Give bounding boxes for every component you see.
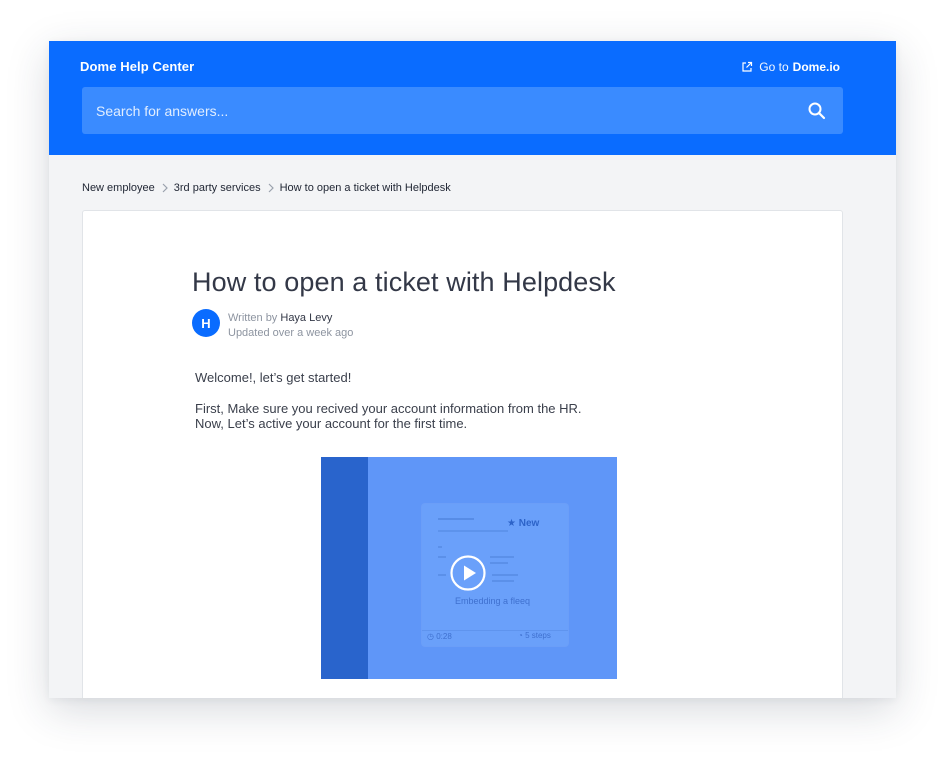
brand-title[interactable]: Dome Help Center xyxy=(80,59,194,74)
clock-icon: ◷ xyxy=(427,632,434,641)
paragraph-account-info: First, Make sure you recived your accoun… xyxy=(195,401,582,416)
video-steps-value: 5 steps xyxy=(525,631,551,640)
author-name: Haya Levy xyxy=(280,312,333,324)
article-meta: Written by Haya Levy Updated over a week… xyxy=(228,311,353,341)
header: Dome Help Center Go to Dome.io xyxy=(49,41,896,155)
written-by-label: Written by xyxy=(228,312,278,324)
video-new-label: New xyxy=(518,518,540,529)
play-icon[interactable] xyxy=(450,555,486,591)
article-card: How to open a ticket with Helpdesk H Wri… xyxy=(82,210,843,698)
video-duration-value: 0:28 xyxy=(436,632,452,641)
chevron-right-icon xyxy=(268,183,274,193)
search-icon[interactable] xyxy=(807,101,827,121)
video-steps: ◔ 5 steps xyxy=(518,631,551,640)
updated-label: Updated over a week ago xyxy=(228,327,354,339)
go-to-domain: Dome.io xyxy=(792,60,840,74)
article-body: Welcome!, let’s get started! First, Make… xyxy=(195,370,582,431)
article-title: How to open a ticket with Helpdesk xyxy=(192,267,616,297)
chevron-right-icon xyxy=(162,183,168,193)
breadcrumb-item-new-employee[interactable]: New employee xyxy=(82,182,155,194)
paragraph-welcome: Welcome!, let’s get started! xyxy=(195,370,352,385)
search-input[interactable] xyxy=(82,87,776,134)
avatar: H xyxy=(192,309,220,337)
video-sidebar-strip xyxy=(321,457,368,679)
breadcrumb-item-3rd-party-services[interactable]: 3rd party services xyxy=(174,182,261,194)
video-new-badge: ★ New xyxy=(507,518,539,529)
external-link-icon xyxy=(742,61,753,72)
star-icon: ★ xyxy=(507,518,516,529)
breadcrumb: New employee 3rd party services How to o… xyxy=(82,182,451,194)
video-caption: Embedding a fleeq xyxy=(455,596,531,606)
video-preview-lines xyxy=(422,518,568,631)
paragraph-activate: Now, Let’s active your account for the f… xyxy=(195,416,468,431)
steps-icon: ◔ xyxy=(518,631,523,640)
help-center-window: Dome Help Center Go to Dome.io New emplo… xyxy=(49,41,896,698)
video-player[interactable]: ★ New Embedding a fleeq ◷ 0:28 ◔ 5 steps xyxy=(321,457,617,679)
go-to-dome-link[interactable]: Go to Dome.io xyxy=(741,60,840,74)
video-duration: ◷ 0:28 xyxy=(427,632,452,641)
search-bar xyxy=(82,87,843,134)
video-preview-card xyxy=(422,504,568,646)
go-to-label: Go to xyxy=(759,60,789,74)
breadcrumb-item-current[interactable]: How to open a ticket with Helpdesk xyxy=(280,182,451,194)
